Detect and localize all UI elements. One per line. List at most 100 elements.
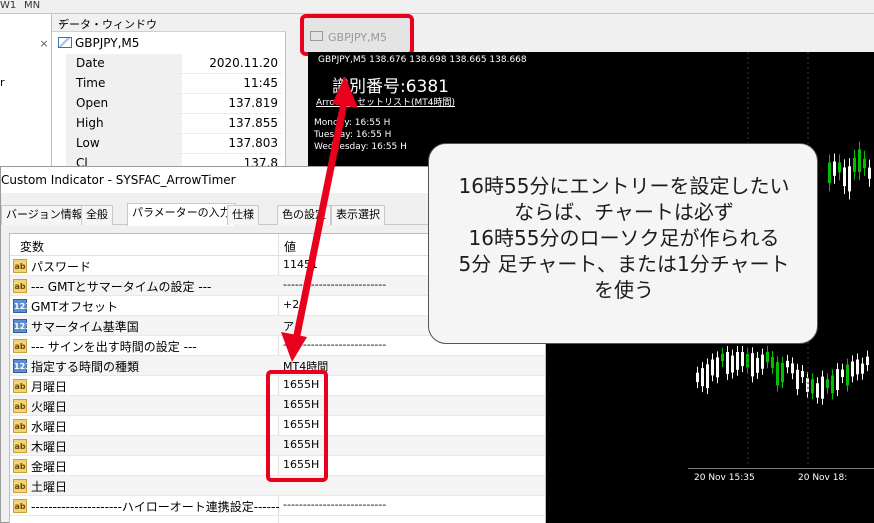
parameter-name: 土曜日: [31, 480, 68, 494]
dialog-title: Custom Indicator - SYSFAC_ArrowTimer: [1, 173, 236, 187]
parameter-name: 金曜日: [31, 460, 68, 474]
data-row-value: 137.819: [228, 96, 278, 110]
data-row: Time 11:45: [66, 74, 282, 94]
callout-line: 16時55分のローソク足が作られる: [468, 226, 780, 250]
timeframe-strip: W1 MN: [0, 0, 874, 14]
callout-line: ならば、チャートは必ず: [514, 200, 734, 224]
parameter-value[interactable]: 11451: [283, 258, 318, 271]
string-param-icon: ab: [13, 459, 27, 473]
data-row: High 137.855: [66, 114, 282, 134]
parameter-name: GMTオフセット: [31, 300, 118, 314]
candle-body: [781, 362, 784, 383]
candle-body: [863, 158, 866, 168]
data-window: データ・ウィンドウ × GBPJPY,M5 Date 2020.11.20 Tim…: [52, 14, 286, 174]
close-icon[interactable]: ×: [58, 16, 282, 29]
candle-body: [856, 359, 859, 375]
callout-line: 5分 足チャート、または1分チャート: [458, 252, 790, 276]
callout-text: 16時55分にエントリーを設定したい ならば、チャートは必ず 16時55分のロー…: [437, 173, 811, 303]
candle-body: [848, 166, 851, 192]
parameter-name: 木曜日: [31, 440, 68, 454]
candle-body: [706, 364, 709, 389]
parameter-name: パスワード: [31, 260, 92, 274]
string-param-icon: ab: [13, 399, 27, 413]
data-row-label: Low: [66, 134, 182, 153]
parameter-row[interactable]: ab ---------------------ハイローオート連携設定------…: [10, 496, 545, 516]
number-param-icon: 123: [13, 299, 31, 313]
data-row-label: Date: [66, 54, 182, 73]
chart-icon: [310, 31, 323, 41]
data-row-value: 137.855: [228, 116, 278, 130]
number-param-icon: 123: [13, 359, 31, 373]
time-axis: 20 Nov 15:35 20 Nov 18:: [688, 468, 874, 523]
data-row-label: Time: [66, 74, 182, 93]
parameter-value[interactable]: --------------------------: [283, 278, 386, 291]
candle-body: [701, 368, 704, 387]
candle-body: [756, 357, 759, 373]
candle-body: [741, 352, 744, 367]
data-row: Open 137.819: [66, 94, 282, 114]
string-param-icon: ab: [13, 419, 27, 433]
candle-body: [811, 379, 814, 394]
tab-colors[interactable]: 色の設定: [277, 205, 331, 225]
parameter-name: --- GMTとサマータイムの設定 ---: [31, 280, 212, 294]
data-row-value: 2020.11.20: [209, 56, 278, 70]
tab-specs[interactable]: 仕様: [227, 205, 259, 225]
string-param-icon: ab: [13, 259, 27, 273]
symbol-label: GBPJPY,M5: [75, 36, 140, 50]
navigator-cut-text: r: [0, 76, 5, 89]
data-row-value: 137.803: [228, 136, 278, 150]
candle-body: [761, 354, 764, 369]
tab-parameters[interactable]: パラメーターの入力: [127, 203, 236, 226]
parameter-name: ---------------------ハイローオート連携設定------: [31, 500, 280, 514]
data-row-label: Open: [66, 94, 182, 113]
parameter-name: 水曜日: [31, 420, 68, 434]
candle-body: [821, 376, 824, 399]
chart-id-label: 識別番号:6381: [332, 77, 449, 97]
candle-body: [726, 352, 729, 374]
candle-body: [801, 371, 804, 378]
callout-line: 16時55分にエントリーを設定したい: [458, 174, 790, 198]
candle-body: [828, 162, 831, 184]
candle-body: [716, 357, 719, 378]
parameter-name: 指定する時間の種類: [31, 360, 140, 374]
data-row-value: 11:45: [243, 76, 278, 90]
parameter-name: --- サインを出す時間の設定 ---: [31, 340, 197, 354]
candle-body: [838, 162, 841, 173]
close-icon[interactable]: ×: [38, 38, 50, 50]
indicator-name: Arrow er セットリスト(MT4時間): [316, 98, 456, 108]
tab-general[interactable]: 全般: [81, 205, 113, 225]
candle-body: [736, 352, 739, 370]
parameter-value[interactable]: +2: [283, 298, 299, 311]
parameter-name: 火曜日: [31, 400, 68, 414]
day-setting-line: Wednesday: 16:55 H: [314, 142, 407, 152]
chart-tab-label: GBPJPY,M5: [328, 31, 388, 44]
candle-body: [826, 379, 829, 389]
parameter-value[interactable]: --------------------------: [283, 338, 386, 351]
string-param-icon: ab: [13, 339, 27, 353]
time-axis-label: 20 Nov 18:: [798, 473, 848, 483]
tab-display[interactable]: 表示選択: [331, 205, 385, 225]
string-param-icon: ab: [13, 479, 27, 493]
candle-body: [771, 357, 774, 368]
data-row-label: High: [66, 114, 182, 133]
column-value: 値: [284, 240, 297, 254]
chart-ohlc-header: GBPJPY,M5 138.676 138.698 138.665 138.66…: [318, 55, 527, 65]
explanation-callout: 16時55分にエントリーを設定したい ならば、チャートは必ず 16時55分のロー…: [428, 143, 818, 344]
candle-body: [796, 369, 799, 390]
candle-body: [816, 383, 819, 398]
timeframe-mn[interactable]: MN: [24, 0, 40, 11]
chart-tab[interactable]: GBPJPY,M5: [300, 14, 414, 56]
parameter-value[interactable]: --------------------------: [283, 498, 386, 511]
candle-body: [858, 149, 861, 173]
tab-version[interactable]: バージョン情報: [1, 205, 88, 225]
candle-body: [833, 161, 836, 176]
candle-body: [868, 167, 871, 179]
timeframe-w1[interactable]: W1: [0, 0, 16, 11]
parameter-value[interactable]: ア: [283, 318, 294, 334]
candle-body: [843, 167, 846, 187]
candle-body: [851, 361, 854, 377]
candle-body: [711, 359, 714, 376]
candle-body: [746, 354, 749, 368]
data-window-titlebar: データ・ウィンドウ ×: [52, 14, 286, 32]
parameter-name: 月曜日: [31, 380, 68, 394]
